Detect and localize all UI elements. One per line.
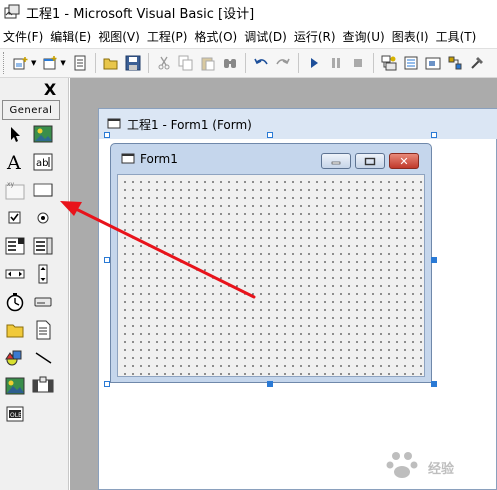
hscrollbar-icon[interactable] xyxy=(4,263,26,285)
title-bar: 工程1 - Microsoft Visual Basic [设计] xyxy=(0,0,497,24)
svg-text:xy: xy xyxy=(7,181,15,188)
standard-toolbar: ▼ ▼ xyxy=(0,48,497,78)
selection-handle-ne[interactable] xyxy=(431,132,437,138)
menu-file[interactable]: 文件(F) xyxy=(0,28,46,45)
menu-bar: 文件(F) 编辑(E) 视图(V) 工程(P) 格式(O) 调试(D) 运行(R… xyxy=(0,26,497,46)
menu-view[interactable]: 视图(V) xyxy=(95,28,143,45)
image-icon[interactable] xyxy=(4,375,26,397)
form-layout-icon[interactable] xyxy=(424,54,442,72)
open-folder-icon[interactable] xyxy=(102,54,120,72)
menu-edit[interactable]: 编辑(E) xyxy=(47,28,94,45)
cut-icon[interactable] xyxy=(155,54,173,72)
ole-icon[interactable]: OLE xyxy=(4,403,26,425)
selection-handle-nw[interactable] xyxy=(104,132,110,138)
add-project-dropdown-icon[interactable]: ▼ xyxy=(31,59,36,67)
textbox-icon[interactable]: ab xyxy=(32,151,54,173)
form-designer-title: 工程1 - Form1 (Form) xyxy=(127,117,252,132)
frame-icon[interactable]: xy xyxy=(4,179,26,201)
properties-window-icon[interactable] xyxy=(402,54,420,72)
listbox-icon[interactable] xyxy=(32,235,54,257)
pointer-icon[interactable] xyxy=(4,123,26,145)
pause-icon[interactable] xyxy=(327,54,345,72)
find-icon[interactable] xyxy=(221,54,239,72)
undo-icon[interactable] xyxy=(252,54,270,72)
filelistbox-icon[interactable] xyxy=(32,319,54,341)
add-form-icon[interactable] xyxy=(41,54,59,72)
data-icon[interactable] xyxy=(32,375,54,397)
copy-icon[interactable] xyxy=(177,54,195,72)
form1-window[interactable]: Form1 ✕ xyxy=(110,143,432,383)
save-icon[interactable] xyxy=(124,54,142,72)
toolbox-icon[interactable] xyxy=(468,54,486,72)
menu-diagram[interactable]: 图表(I) xyxy=(389,28,432,45)
menu-project[interactable]: 工程(P) xyxy=(144,28,191,45)
close-button[interactable]: ✕ xyxy=(389,153,419,169)
maximize-button[interactable] xyxy=(355,153,385,169)
toolbox-general-tab[interactable]: General xyxy=(2,100,60,120)
timer-icon[interactable] xyxy=(4,291,26,313)
picturebox-icon[interactable] xyxy=(32,123,54,145)
paste-icon[interactable] xyxy=(199,54,217,72)
shape-icon[interactable] xyxy=(4,347,26,369)
paw-logo-icon xyxy=(386,452,418,478)
selection-handle-n[interactable] xyxy=(267,132,273,138)
add-project-icon[interactable] xyxy=(12,54,30,72)
minimize-icon xyxy=(331,161,341,165)
line-icon[interactable] xyxy=(32,347,54,369)
menu-run[interactable]: 运行(R) xyxy=(291,28,339,45)
optionbutton-icon[interactable] xyxy=(32,207,54,229)
commandbutton-icon[interactable] xyxy=(32,179,54,201)
selection-handle-s[interactable] xyxy=(267,381,273,387)
run-icon[interactable] xyxy=(305,54,323,72)
form-designer-titlebar[interactable]: 工程1 - Form1 (Form) xyxy=(99,109,497,139)
menu-tools[interactable]: 工具(T) xyxy=(433,28,480,45)
project-explorer-icon[interactable] xyxy=(380,54,398,72)
svg-text:OLE: OLE xyxy=(10,412,22,419)
redo-icon[interactable] xyxy=(274,54,292,72)
watermark-text: 经验 xyxy=(428,462,455,477)
drivelistbox-icon[interactable] xyxy=(32,291,54,313)
add-form-dropdown-icon[interactable]: ▼ xyxy=(60,59,65,67)
selection-handle-w[interactable] xyxy=(104,257,110,263)
baidu-jingyan-watermark: 经验 xyxy=(380,446,495,486)
form1-title: Form1 xyxy=(140,152,178,166)
selection-handle-se[interactable] xyxy=(431,381,437,387)
vscrollbar-icon[interactable] xyxy=(32,263,54,285)
selection-handle-e[interactable] xyxy=(431,257,437,263)
maximize-icon xyxy=(364,157,376,165)
window-title: 工程1 - Microsoft Visual Basic [设计] xyxy=(26,6,255,22)
label-icon[interactable]: A xyxy=(4,151,26,173)
menu-editor-icon[interactable] xyxy=(71,54,89,72)
menu-format[interactable]: 格式(O) xyxy=(191,28,240,45)
svg-text:A: A xyxy=(6,152,21,172)
form1-design-grid[interactable] xyxy=(117,174,425,377)
form-icon xyxy=(121,152,135,167)
designer-window-icon xyxy=(107,117,121,132)
combobox-icon[interactable] xyxy=(4,235,26,257)
object-browser-icon[interactable] xyxy=(446,54,464,72)
minimize-button[interactable] xyxy=(321,153,351,169)
stop-icon[interactable] xyxy=(349,54,367,72)
svg-text:ab: ab xyxy=(36,158,48,169)
vb-app-icon xyxy=(3,3,21,21)
dirlistbox-icon[interactable] xyxy=(4,319,26,341)
toolbox-close-icon[interactable]: X xyxy=(41,80,59,99)
toolbar-grip[interactable] xyxy=(3,52,6,74)
menu-query[interactable]: 查询(U) xyxy=(340,28,388,45)
toolbox-panel: X General A ab xy OLE xyxy=(0,78,69,490)
checkbox-icon[interactable] xyxy=(4,207,26,229)
selection-handle-sw[interactable] xyxy=(104,381,110,387)
menu-debug[interactable]: 调试(D) xyxy=(241,28,290,45)
